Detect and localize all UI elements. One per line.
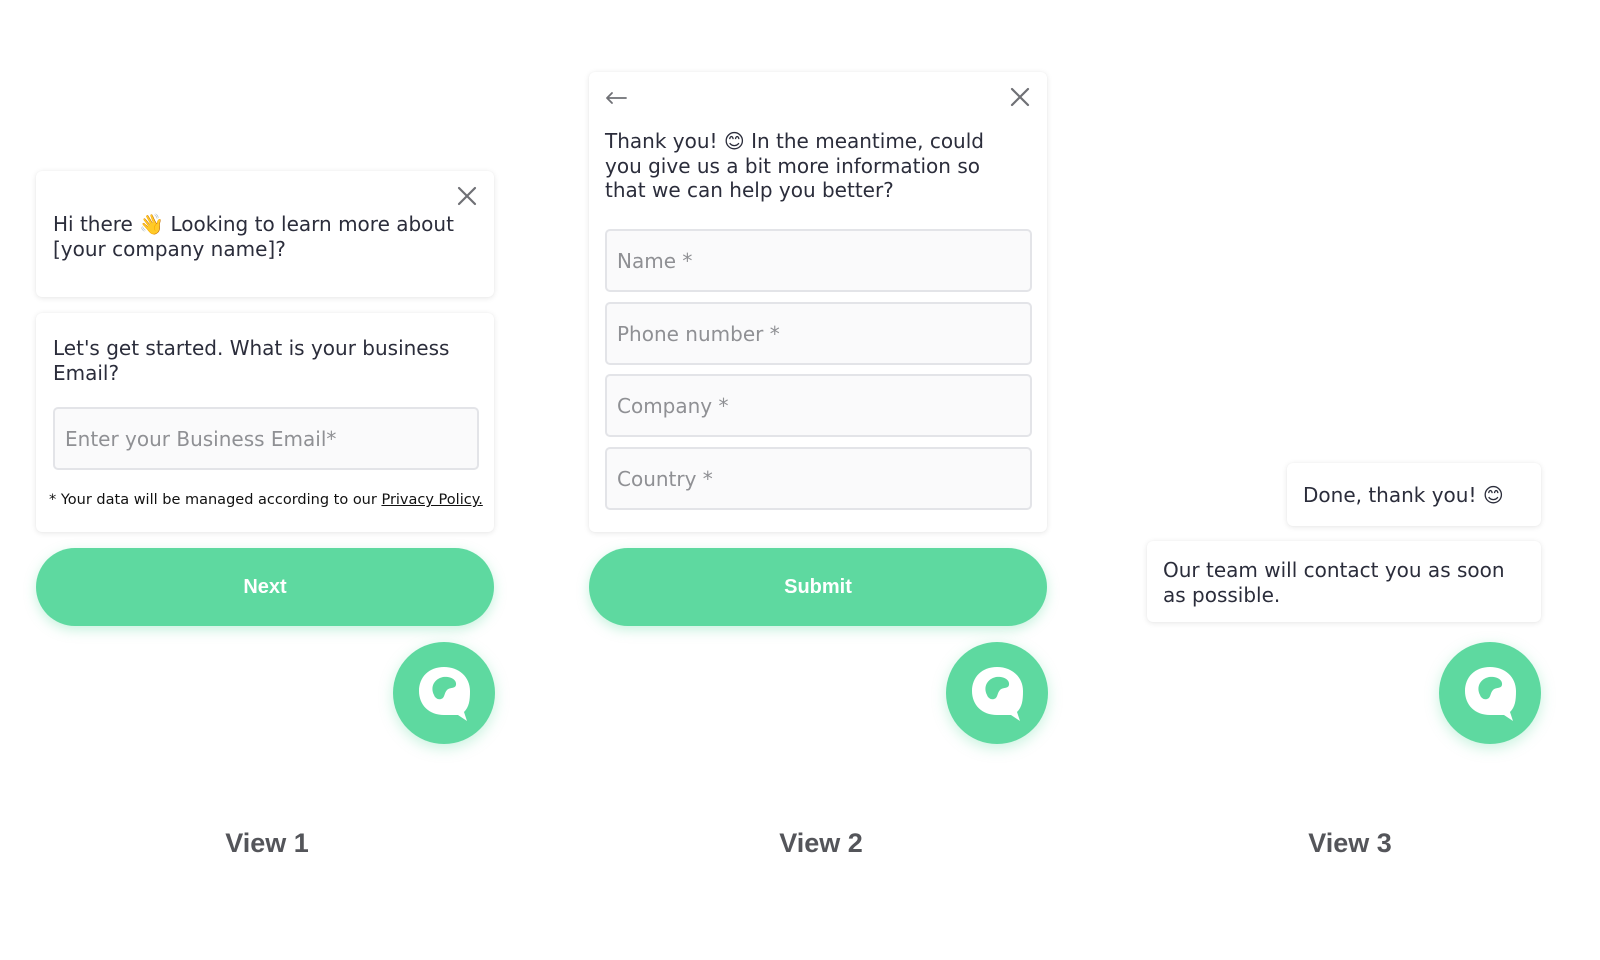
chat-launcher-button[interactable] xyxy=(946,642,1048,744)
company-input[interactable] xyxy=(605,374,1032,437)
greeting-card: Hi there 👋 Looking to learn more about [… xyxy=(36,171,494,297)
back-arrow-icon xyxy=(606,92,627,104)
chat-launcher-button[interactable] xyxy=(393,642,495,744)
view-2-label: View 2 xyxy=(779,828,863,858)
email-question: Let's get started. What is your business… xyxy=(53,336,450,385)
greeting-message: Hi there 👋 Looking to learn more about [… xyxy=(53,212,454,261)
close-button[interactable] xyxy=(1009,86,1031,108)
next-button[interactable]: Next xyxy=(36,548,494,626)
close-icon xyxy=(1010,87,1030,107)
user-message: Done, thank you! 😊 xyxy=(1303,483,1504,507)
country-input[interactable] xyxy=(605,447,1032,510)
email-question-card: Let's get started. What is your business… xyxy=(36,313,494,532)
bot-message-bubble: Our team will contact you as soon as pos… xyxy=(1147,541,1541,622)
privacy-disclaimer: * Your data will be managed according to… xyxy=(49,492,483,508)
phone-number-input[interactable] xyxy=(605,302,1032,365)
close-icon xyxy=(457,186,477,206)
details-message: Thank you! 😊 In the meantime, could you … xyxy=(605,129,984,202)
name-input[interactable] xyxy=(605,229,1032,292)
submit-button[interactable]: Submit xyxy=(589,548,1047,626)
chat-bubble-icon xyxy=(972,667,1023,721)
close-button[interactable] xyxy=(456,185,478,207)
privacy-policy-link[interactable]: Privacy Policy. xyxy=(381,492,482,508)
back-button[interactable] xyxy=(604,90,628,106)
chat-launcher-button[interactable] xyxy=(1439,642,1541,744)
chat-bubble-icon xyxy=(419,667,470,721)
bot-message: Our team will contact you as soon as pos… xyxy=(1163,558,1505,607)
details-form-card: Thank you! 😊 In the meantime, could you … xyxy=(589,72,1047,532)
disclaimer-text: * Your data will be managed according to… xyxy=(49,492,382,508)
view-3-label: View 3 xyxy=(1308,828,1392,858)
view-1-label: View 1 xyxy=(225,828,309,858)
chat-bubble-icon xyxy=(1465,667,1516,721)
user-message-bubble: Done, thank you! 😊 xyxy=(1287,463,1541,526)
business-email-input[interactable] xyxy=(53,407,479,470)
